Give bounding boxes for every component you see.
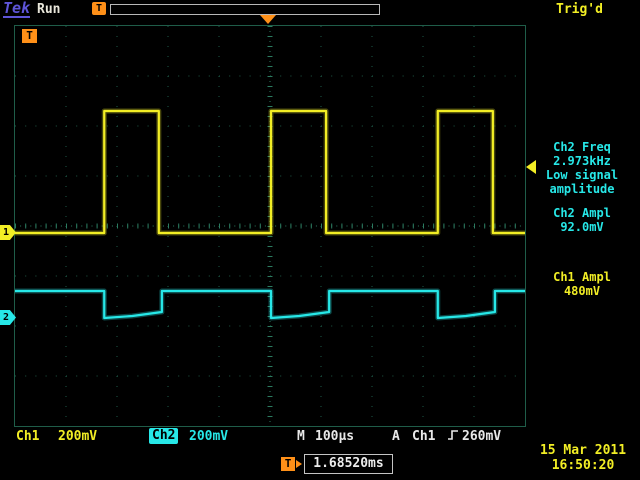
acquisition-status: Run: [37, 2, 60, 17]
trigger-marker-badge: T: [22, 29, 37, 43]
delay-t-badge: T: [281, 457, 295, 471]
ch1-scale-label: Ch1: [16, 429, 39, 444]
measurement-note: amplitude: [528, 182, 636, 196]
delay-arrow-icon: [296, 460, 302, 468]
measurement-ch2-freq: Ch2 Freq 2.973kHz Low signal amplitude: [528, 140, 636, 196]
trigger-status: Trig'd: [556, 2, 603, 17]
ch1-ground-marker-label: 1: [3, 227, 9, 238]
delay-readout: 1.68520ms: [304, 454, 393, 474]
ch2-ground-marker-label: 2: [3, 312, 9, 323]
trigger-position-arrow-icon: [260, 15, 276, 24]
measurement-value: 2.973kHz: [528, 154, 636, 168]
ch2-scale-label: Ch2: [149, 428, 178, 444]
graticule: T: [14, 25, 526, 427]
trigger-source: Ch1: [412, 429, 435, 444]
measurement-ch1-ampl: Ch1 Ampl 480mV: [528, 270, 636, 298]
measurement-ch2-ampl: Ch2 Ampl 92.0mV: [528, 206, 636, 234]
measurement-note: Low signal: [528, 168, 636, 182]
timebase-label: M: [297, 429, 305, 444]
timebase-value: 100µs: [315, 429, 354, 444]
record-view-bar: [110, 4, 380, 15]
measurement-title: Ch2 Freq: [528, 140, 636, 154]
tek-logo: Tek: [3, 1, 30, 18]
measurement-value: 92.0mV: [528, 220, 636, 234]
measurement-title: Ch1 Ampl: [528, 270, 636, 284]
measurement-title: Ch2 Ampl: [528, 206, 636, 220]
rising-edge-icon: [447, 428, 459, 442]
measurement-value: 480mV: [528, 284, 636, 298]
trigger-mode-label: A: [392, 429, 400, 444]
t-position-badge: T: [92, 2, 106, 15]
time-display: 16:50:20: [530, 458, 636, 473]
oscilloscope-screen: Tek Run T Trig'd T 1 2 Ch2 Freq 2.973kHz…: [0, 0, 640, 480]
trigger-level-value: 260mV: [462, 429, 501, 444]
ch1-scale-value: 200mV: [58, 429, 97, 444]
waveforms-layer: [15, 26, 525, 426]
date-display: 15 Mar 2011: [530, 443, 636, 458]
ch2-scale-value: 200mV: [189, 429, 228, 444]
